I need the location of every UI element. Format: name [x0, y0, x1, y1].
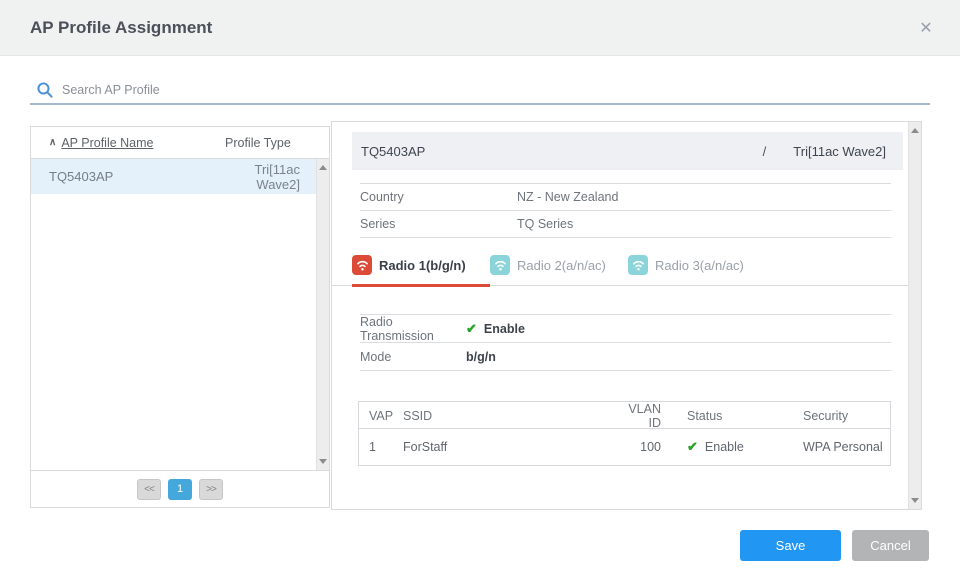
ssid-cell: ForStaff [403, 440, 625, 454]
mode-label: Mode [360, 350, 466, 364]
vap-table-header: VAP SSID VLAN ID Status Security [359, 402, 890, 429]
profile-list-header: ∧ AP Profile Name Profile Type [31, 127, 329, 159]
country-label: Country [360, 190, 517, 204]
close-icon[interactable]: ✕ [912, 14, 940, 42]
detail-title-bar: TQ5403AP / Tri[11ac Wave2] [352, 132, 903, 170]
detail-separator: / [763, 144, 767, 159]
status-text: Enable [705, 440, 744, 454]
scroll-down-icon[interactable] [911, 498, 919, 503]
radio-tabs: Radio 1(b/g/n) Radio 2(a/n/ac) [332, 255, 908, 286]
tab-radio-2-label: Radio 2(a/n/ac) [517, 258, 606, 273]
radio-settings-rows: Radio Transmission ✔ Enable Mode b/g/n [360, 314, 891, 371]
security-cell: WPA Personal [787, 440, 890, 454]
detail-profile-type: Tri[11ac Wave2] [793, 144, 886, 159]
cancel-button[interactable]: Cancel [852, 530, 929, 561]
status-cell: ✔ Enable [661, 439, 787, 455]
sort-asc-icon[interactable]: ∧ [49, 137, 56, 148]
search-bar [30, 80, 930, 105]
vap-column-header: VAP [359, 409, 403, 423]
search-icon [36, 81, 54, 99]
column-header-ap-profile-name[interactable]: AP Profile Name [61, 136, 153, 150]
profile-detail-panel: TQ5403AP / Tri[11ac Wave2] Country NZ - … [331, 121, 922, 510]
column-header-profile-type: Profile Type [225, 136, 329, 150]
country-value: NZ - New Zealand [517, 190, 618, 204]
scroll-down-icon[interactable] [319, 459, 327, 464]
security-column-header: Security [787, 409, 890, 423]
ssid-column-header: SSID [403, 409, 625, 423]
country-row: Country NZ - New Zealand [360, 184, 891, 211]
tab-radio-1[interactable]: Radio 1(b/g/n) [352, 255, 490, 287]
check-icon: ✔ [687, 439, 698, 455]
radio-transmission-row: Radio Transmission ✔ Enable [360, 315, 891, 343]
check-icon: ✔ [466, 321, 477, 337]
status-column-header: Status [661, 409, 787, 423]
vap-table: VAP SSID VLAN ID Status Security 1 ForSt… [358, 401, 891, 466]
wifi-icon-teal [628, 255, 648, 275]
mode-row: Mode b/g/n [360, 343, 891, 371]
detail-scrollbar[interactable] [908, 122, 921, 509]
tab-radio-3-label: Radio 3(a/n/ac) [655, 258, 744, 273]
radio-transmission-label: Radio Transmission [360, 315, 466, 343]
radio-transmission-value: Enable [484, 322, 525, 336]
wifi-icon-teal [490, 255, 510, 275]
search-input[interactable] [62, 83, 930, 101]
dialog-title: AP Profile Assignment [30, 18, 212, 38]
vlan-id-cell: 100 [625, 440, 661, 454]
profile-list-scrollbar[interactable] [316, 159, 329, 470]
vap-table-row: 1 ForStaff 100 ✔ Enable WPA Personal [359, 429, 890, 465]
profile-row-tq5403ap[interactable]: TQ5403AP Tri[11ac Wave2] [31, 159, 316, 194]
profile-type-cell: Tri[11ac Wave2] [212, 162, 316, 192]
detail-info-rows: Country NZ - New Zealand Series TQ Serie… [360, 183, 891, 238]
series-value: TQ Series [517, 217, 573, 231]
tab-radio-1-label: Radio 1(b/g/n) [379, 258, 466, 273]
pagination-prev-button[interactable]: << [137, 479, 161, 500]
pagination: << 1 >> [31, 470, 329, 507]
save-button[interactable]: Save [740, 530, 841, 561]
tab-radio-2[interactable]: Radio 2(a/n/ac) [490, 255, 628, 287]
pagination-next-button[interactable]: >> [199, 479, 223, 500]
series-row: Series TQ Series [360, 211, 891, 238]
detail-profile-name: TQ5403AP [361, 144, 425, 159]
dialog-header: AP Profile Assignment ✕ [0, 0, 960, 56]
vap-cell: 1 [359, 440, 403, 454]
scroll-up-icon[interactable] [911, 128, 919, 133]
ap-profile-assignment-dialog: AP Profile Assignment ✕ ∧ AP Profile Nam… [0, 0, 960, 582]
profile-name-cell: TQ5403AP [49, 169, 212, 184]
series-label: Series [360, 217, 517, 231]
wifi-icon-red [352, 255, 372, 275]
profile-list-body: TQ5403AP Tri[11ac Wave2] [31, 159, 329, 470]
scroll-up-icon[interactable] [319, 165, 327, 170]
profile-list-panel: ∧ AP Profile Name Profile Type TQ5403AP … [30, 126, 330, 508]
mode-value: b/g/n [466, 350, 496, 364]
pagination-page-1-button[interactable]: 1 [168, 479, 192, 500]
tab-radio-3[interactable]: Radio 3(a/n/ac) [628, 255, 766, 287]
vlan-id-column-header: VLAN ID [625, 402, 661, 430]
